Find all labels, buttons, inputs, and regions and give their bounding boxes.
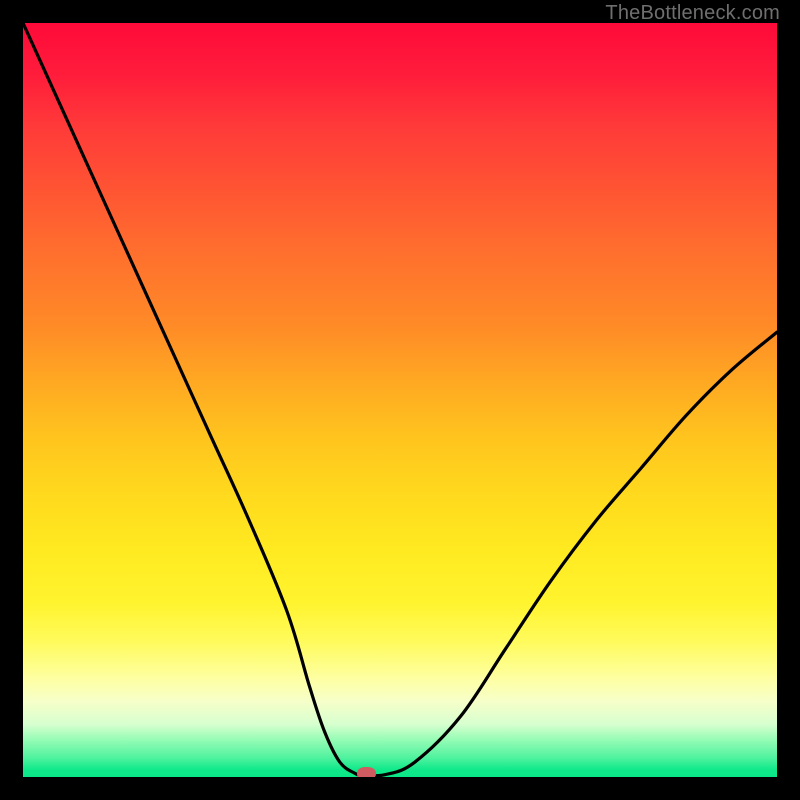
watermark-text: TheBottleneck.com <box>605 2 780 25</box>
optimal-point-marker <box>357 767 376 777</box>
chart-frame: TheBottleneck.com <box>0 0 800 800</box>
bottleneck-curve <box>23 23 777 777</box>
plot-area <box>23 23 777 777</box>
